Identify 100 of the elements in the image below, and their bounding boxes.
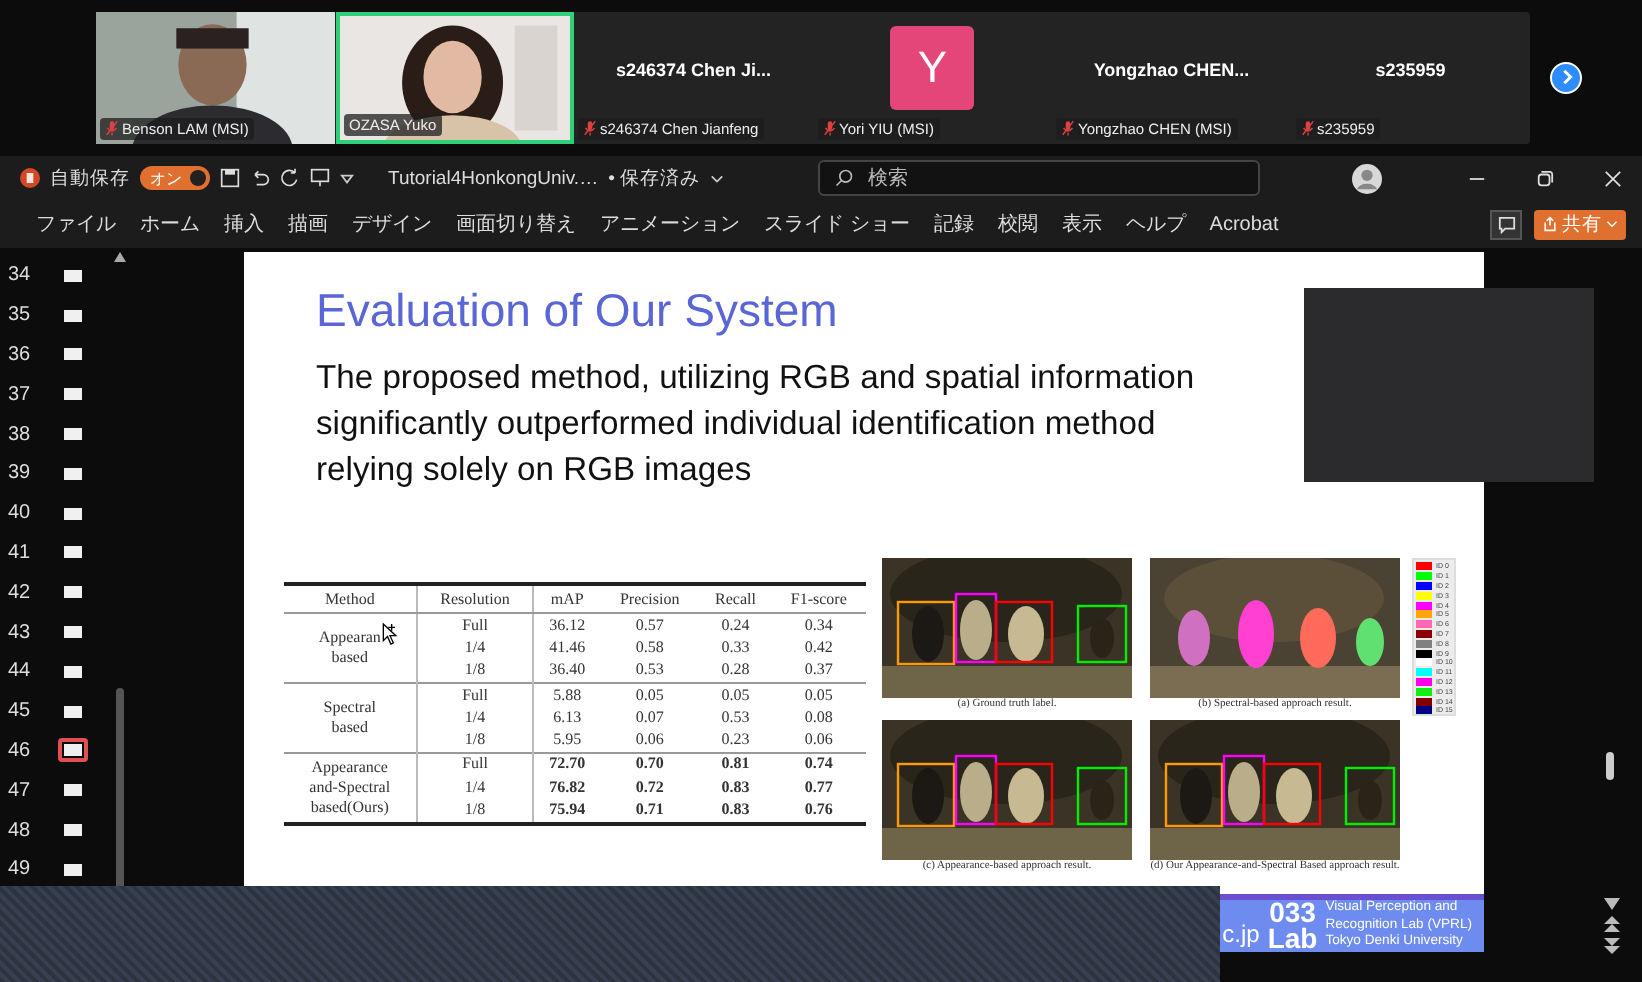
table-cell: 36.12 bbox=[533, 613, 600, 637]
close-icon[interactable] bbox=[1604, 169, 1622, 187]
ribbon-tab[interactable]: アニメーション bbox=[588, 210, 752, 238]
lab-logo-number: 033 bbox=[1269, 900, 1316, 926]
table-cell-text: 0.83 bbox=[719, 776, 752, 799]
slide-title: Evaluation of Our System bbox=[314, 282, 840, 338]
ribbon-tab[interactable]: 画面切り替え bbox=[444, 210, 588, 238]
autosave-label: 自動保存 bbox=[50, 165, 130, 191]
next-slide-icon[interactable] bbox=[1604, 938, 1620, 954]
slide-number: 37 bbox=[8, 383, 33, 406]
restore-icon[interactable] bbox=[1536, 169, 1554, 187]
table-cell: 1/4 bbox=[416, 636, 534, 660]
table-cell: 0.37 bbox=[771, 659, 866, 683]
presentation-icon[interactable] bbox=[310, 168, 330, 188]
table-cell: 72.70 bbox=[533, 752, 600, 777]
table-cell: 76.82 bbox=[533, 776, 600, 799]
previous-slide-icon[interactable] bbox=[1604, 916, 1620, 932]
slide-number: 39 bbox=[8, 462, 33, 485]
ribbon-tab[interactable]: ファイル bbox=[24, 210, 128, 238]
slide-number: 41 bbox=[8, 541, 33, 564]
account-avatar-icon[interactable] bbox=[1352, 163, 1382, 193]
participant-name: s246374 Chen Ji... bbox=[615, 59, 772, 79]
undo-icon[interactable] bbox=[250, 168, 270, 188]
table-cell-text: 0.58 bbox=[633, 636, 666, 660]
participant-avatar: Y bbox=[890, 25, 975, 109]
ribbon-tab[interactable]: デザイン bbox=[340, 210, 444, 238]
slide-number: 34 bbox=[8, 264, 33, 287]
participant-name: s235959 bbox=[1375, 59, 1446, 79]
caret-icon bbox=[1606, 218, 1618, 230]
slide-number: 46 bbox=[8, 739, 33, 762]
slide-number: 42 bbox=[8, 581, 33, 604]
lab-logo-word: Lab bbox=[1267, 926, 1318, 952]
save-status[interactable]: • 保存済み bbox=[608, 165, 701, 191]
table-cell: 0.05 bbox=[771, 682, 866, 707]
ribbon-tab[interactable]: 表示 bbox=[1049, 210, 1114, 238]
table-cell: 1/8 bbox=[416, 728, 534, 753]
table-cell-text: 0.07 bbox=[633, 706, 666, 729]
table-cell: 0.81 bbox=[699, 752, 772, 777]
table-cell: 5.95 bbox=[533, 728, 600, 753]
caret-icon[interactable] bbox=[340, 171, 354, 185]
slide-text: relying solely on RGB images bbox=[316, 448, 754, 492]
table-cell-text: 0.77 bbox=[802, 776, 835, 799]
table-cell: 1/4 bbox=[416, 776, 534, 799]
participant-name: Yongzhao CHEN... bbox=[1093, 59, 1250, 79]
move-cursor-icon bbox=[379, 622, 400, 646]
share-icon bbox=[1542, 216, 1558, 232]
slide-thumbnail[interactable] bbox=[58, 738, 88, 763]
slide-number: 40 bbox=[8, 502, 33, 525]
ribbon-tab[interactable]: 記録 bbox=[921, 210, 986, 238]
search-icon bbox=[834, 168, 855, 188]
table-cell: 0.53 bbox=[599, 659, 700, 683]
ribbon-tab[interactable]: ホーム bbox=[128, 210, 212, 238]
search-field[interactable]: 検索 bbox=[818, 160, 1261, 196]
table-cell: Full bbox=[416, 613, 534, 637]
slide-number: 35 bbox=[8, 304, 33, 327]
slide-text: significantly outperformed individual identification method bbox=[316, 402, 1158, 446]
comments-button[interactable] bbox=[1490, 209, 1522, 239]
table-cell-text: 0.42 bbox=[802, 636, 835, 660]
ribbon-tab[interactable]: Acrobat bbox=[1197, 213, 1291, 235]
app-logo-icon bbox=[20, 168, 40, 188]
slide-number: 36 bbox=[8, 343, 33, 366]
comment-icon bbox=[1497, 215, 1515, 233]
footer-text: c.jp bbox=[1222, 920, 1260, 948]
table-cell: 0.71 bbox=[599, 798, 700, 824]
table-cell: 0.28 bbox=[699, 659, 772, 683]
table-cell: 0.06 bbox=[599, 728, 700, 753]
column-header: Precision bbox=[599, 584, 700, 613]
slide-number: 47 bbox=[8, 779, 33, 802]
ribbon-tab[interactable]: 描画 bbox=[276, 210, 340, 238]
table-cell-text: 0.33 bbox=[719, 636, 752, 660]
table-cell-text: 0.53 bbox=[719, 706, 752, 729]
scroll-up-icon[interactable] bbox=[114, 252, 126, 262]
table-cell: Full bbox=[416, 682, 534, 707]
ribbon-tab[interactable]: 挿入 bbox=[212, 210, 276, 238]
slide-number: 44 bbox=[8, 660, 33, 683]
table-cell: 6.13 bbox=[533, 706, 600, 729]
table-cell: 0.57 bbox=[599, 613, 700, 637]
table-cell: 0.05 bbox=[699, 682, 772, 707]
table-cell: Appearance and-Spectral based(Ours) bbox=[309, 757, 391, 816]
save-icon[interactable] bbox=[220, 168, 240, 188]
redo-icon[interactable] bbox=[280, 168, 300, 188]
table-cell: 1/4 bbox=[416, 706, 534, 729]
table-cell: 0.23 bbox=[699, 728, 772, 753]
ribbon-tab[interactable]: 校閲 bbox=[985, 210, 1050, 238]
ribbon-tab[interactable]: ヘルプ bbox=[1113, 210, 1198, 238]
scroll-down-icon[interactable] bbox=[1604, 898, 1620, 910]
table-cell: 0.06 bbox=[771, 728, 866, 753]
table-cell: 0.76 bbox=[771, 798, 866, 824]
table-cell-text: 0.08 bbox=[802, 706, 835, 729]
slide-number: 49 bbox=[8, 858, 33, 881]
file-name[interactable]: Tutorial4HonkongUniv.… bbox=[388, 167, 599, 189]
table-cell: Spectral based bbox=[323, 697, 376, 736]
slide-text: The proposed method, utilizing RGB and spatial information bbox=[316, 356, 1197, 400]
table-cell: Full bbox=[416, 752, 534, 777]
table-cell: 0.70 bbox=[599, 752, 700, 777]
ribbon-tab[interactable]: スライド ショー bbox=[752, 210, 922, 238]
next-page-button[interactable] bbox=[1550, 61, 1582, 93]
table-cell-text: 0.72 bbox=[633, 776, 666, 799]
chevron-icon[interactable] bbox=[710, 171, 725, 185]
slide-number: 38 bbox=[8, 423, 33, 446]
